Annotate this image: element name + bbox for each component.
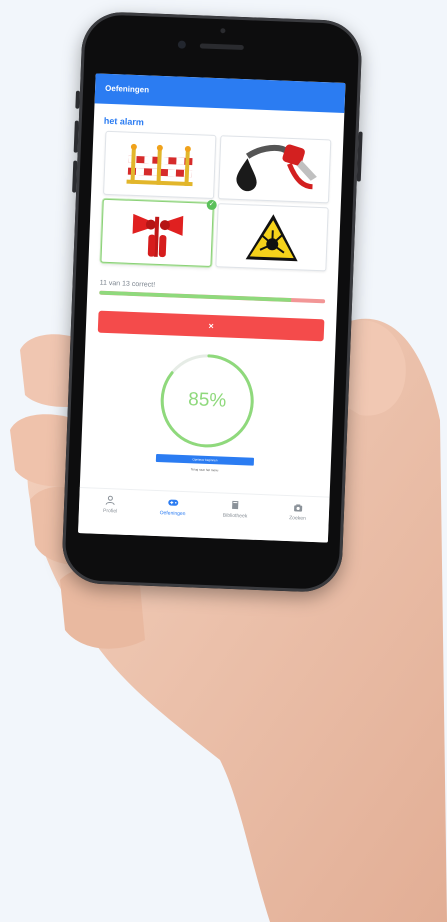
book-icon bbox=[232, 500, 239, 510]
correct-check-icon: ✓ bbox=[206, 199, 217, 211]
tab-label: Zoeken bbox=[289, 515, 306, 522]
volume-down-button bbox=[72, 160, 78, 193]
explosive-warning-sign-icon bbox=[245, 214, 298, 262]
volume-up-button bbox=[73, 120, 79, 153]
answer-option-explosive[interactable] bbox=[215, 203, 329, 272]
tab-profiel[interactable]: Profiel bbox=[79, 494, 140, 535]
app-screen: Oefeningen het alarm ✓ 11 van 13 correct… bbox=[78, 73, 346, 543]
gamepad-icon bbox=[168, 499, 179, 506]
bottom-tab-bar: Profiel Oefeningen Bibliotheek Zoeken bbox=[78, 487, 330, 543]
front-camera-icon bbox=[177, 40, 187, 49]
back-to-menu-link[interactable]: Terug naar het menu bbox=[156, 466, 254, 474]
road-barrier-icon bbox=[125, 143, 193, 187]
person-icon bbox=[105, 495, 115, 506]
app-bar-title: Oefeningen bbox=[94, 73, 346, 113]
tab-bibliotheek[interactable]: Bibliotheek bbox=[204, 499, 265, 540]
score-percent: 85% bbox=[187, 389, 227, 412]
progress-bar bbox=[99, 290, 326, 304]
tab-label: Bibliotheek bbox=[222, 512, 248, 520]
tab-label: Oefeningen bbox=[159, 510, 186, 518]
wrong-feedback-button[interactable]: × bbox=[97, 310, 325, 342]
proximity-sensor bbox=[220, 28, 226, 34]
tab-oefeningen[interactable]: Oefeningen bbox=[142, 497, 203, 538]
restart-button[interactable]: Opnieuw beginnen bbox=[155, 453, 255, 466]
fuel-pump-icon bbox=[235, 144, 317, 192]
earpiece-speaker bbox=[199, 43, 244, 51]
tab-label: Profiel bbox=[102, 507, 118, 515]
tab-zoeken[interactable]: Zoeken bbox=[267, 501, 328, 542]
progress-fill bbox=[99, 290, 292, 303]
phone: Oefeningen het alarm ✓ 11 van 13 correct… bbox=[61, 10, 363, 594]
answer-option-barrier[interactable] bbox=[103, 130, 217, 199]
answer-option-alarm[interactable]: ✓ bbox=[100, 198, 217, 267]
mute-switch bbox=[75, 90, 81, 109]
camera-icon bbox=[293, 504, 302, 512]
answer-option-fuel[interactable] bbox=[217, 135, 332, 204]
answer-grid: ✓ bbox=[100, 130, 332, 272]
progress-text: 11 van 13 correct! bbox=[99, 279, 156, 289]
alarm-horns-icon bbox=[132, 213, 183, 258]
